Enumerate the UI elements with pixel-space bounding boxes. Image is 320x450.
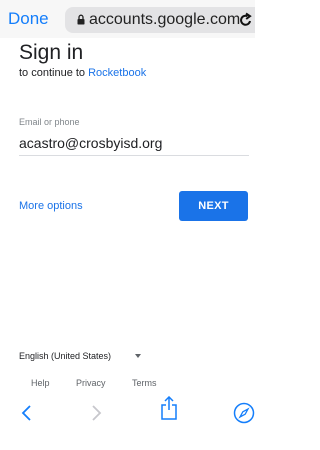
subtitle: to continue to Rocketbook xyxy=(19,67,146,79)
email-label: Email or phone xyxy=(19,117,80,127)
url-bar[interactable]: accounts.google.com xyxy=(65,7,255,33)
reload-icon[interactable] xyxy=(239,12,253,28)
chevron-down-icon xyxy=(135,354,141,358)
more-options-link[interactable]: More options xyxy=(19,200,83,212)
share-icon[interactable] xyxy=(160,396,178,420)
email-field[interactable]: acastro@crosbyisd.org xyxy=(19,135,247,151)
app-link[interactable]: Rocketbook xyxy=(88,67,146,79)
lock-icon xyxy=(77,14,85,25)
done-button[interactable]: Done xyxy=(8,9,49,29)
back-icon[interactable] xyxy=(20,404,34,422)
privacy-link[interactable]: Privacy xyxy=(76,378,106,388)
url-text: accounts.google.com xyxy=(89,11,241,28)
language-select[interactable]: English (United States) xyxy=(19,351,111,361)
page-title: Sign in xyxy=(19,41,84,64)
compass-icon[interactable] xyxy=(233,402,255,424)
help-link[interactable]: Help xyxy=(31,378,50,388)
subtitle-prefix: to continue to xyxy=(19,67,89,79)
next-button[interactable]: NEXT xyxy=(179,191,248,221)
forward-icon xyxy=(92,405,102,421)
terms-link[interactable]: Terms xyxy=(132,378,157,388)
browser-top-bar: Done accounts.google.com xyxy=(0,0,255,38)
browser-toolbar xyxy=(0,396,255,450)
email-field-underline xyxy=(19,155,249,156)
